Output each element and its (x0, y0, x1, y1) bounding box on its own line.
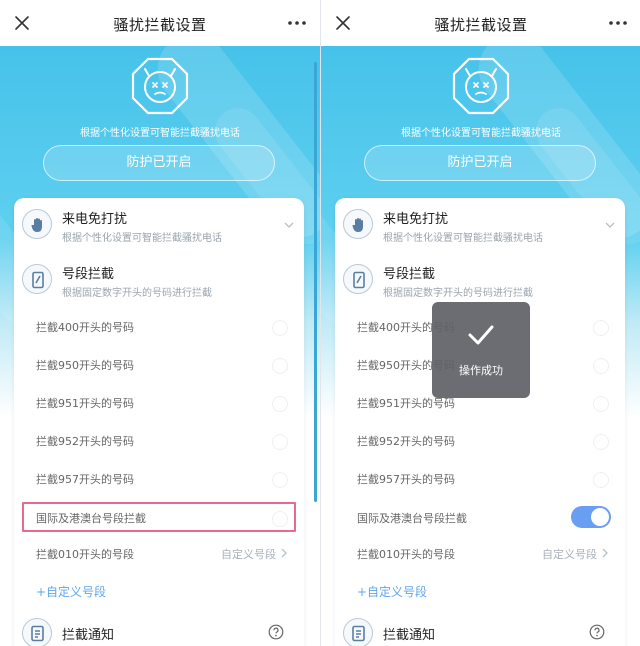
toggle-950[interactable] (262, 358, 288, 374)
help-icon[interactable] (268, 624, 284, 640)
custom-rule-value[interactable]: 自定义号段 (221, 546, 276, 562)
section-subtitle-no-disturb: 根据个性化设置可智能拦截骚扰电话 (62, 233, 222, 244)
rule-label-950: 拦截950开头的号码 (36, 359, 134, 372)
custom-rule-label: 拦截010开头的号段 (357, 548, 455, 561)
section-title-notify: 拦截通知 (383, 628, 436, 643)
add-custom-prefix-link[interactable]: +自定义号段 (36, 583, 106, 600)
notice-icon (352, 625, 365, 642)
settings-card: 来电免打扰 根据个性化设置可智能拦截骚扰电话 号段拦截 根据固定数字开头的号码进… (14, 198, 304, 646)
toggle-international[interactable] (262, 511, 288, 527)
rule-label-957: 拦截957开头的号码 (36, 473, 134, 486)
section-icon-phone (343, 264, 373, 294)
hero-subtitle: 根据个性化设置可智能拦截骚扰电话 (401, 128, 561, 139)
close-icon (336, 16, 350, 30)
section-icon-phone (22, 264, 52, 294)
settings-card: 来电免打扰 根据个性化设置可智能拦截骚扰电话 号段拦截 根据固定数字开头的号码进… (335, 198, 625, 646)
section-icon-notice (22, 618, 52, 646)
toggle-400[interactable] (583, 320, 609, 336)
section-title-no-disturb: 来电免打扰 (62, 212, 128, 227)
toggle-952[interactable] (262, 434, 288, 450)
phone-icon (32, 271, 44, 289)
section-icon-hand (22, 209, 52, 239)
chevron-down-icon[interactable] (284, 220, 294, 230)
toggle-951[interactable] (583, 396, 609, 412)
settings-panel-right: 骚扰拦截设置 根据个性化设置可智能拦截骚扰电话 防护已开启 来电免打扰 根据个性… (320, 0, 640, 646)
chevron-right-icon[interactable] (601, 548, 609, 558)
section-title-notify: 拦截通知 (62, 628, 115, 643)
toggle-international[interactable] (571, 506, 611, 528)
section-title-prefix-block: 号段拦截 (62, 267, 115, 282)
rule-label-international: 国际及港澳台号段拦截 (357, 512, 467, 525)
custom-rule-value[interactable]: 自定义号段 (542, 546, 597, 562)
success-toast: 操作成功 (432, 302, 530, 398)
more-icon (288, 21, 306, 25)
toggle-951[interactable] (262, 396, 288, 412)
rule-label-400: 拦截400开头的号码 (36, 321, 134, 334)
close-button[interactable] (10, 11, 34, 35)
toggle-952[interactable] (583, 434, 609, 450)
rule-label-957: 拦截957开头的号码 (357, 473, 455, 486)
toggle-957[interactable] (262, 472, 288, 488)
chevron-down-icon[interactable] (605, 220, 615, 230)
notice-icon (31, 625, 44, 642)
check-icon (468, 325, 494, 345)
section-icon-notice (343, 618, 373, 646)
chevron-right-icon[interactable] (280, 548, 288, 558)
settings-panel-left: 骚扰拦截设置 根据个性化设置可智能拦截骚扰电话 防护已开启 来电免打扰 根据个性… (0, 0, 320, 646)
close-icon (15, 16, 29, 30)
hand-icon (31, 218, 42, 232)
shield-face-icon (452, 57, 510, 115)
scrollbar[interactable] (314, 62, 317, 502)
page-title: 骚扰拦截设置 (113, 16, 207, 34)
header: 骚扰拦截设置 (0, 0, 320, 46)
toggle-957[interactable] (583, 472, 609, 488)
rule-label-952: 拦截952开头的号码 (357, 435, 455, 448)
hand-icon (352, 218, 363, 232)
protection-status-button[interactable]: 防护已开启 (364, 145, 596, 181)
phone-icon (353, 271, 365, 289)
header: 骚扰拦截设置 (321, 0, 640, 46)
section-title-no-disturb: 来电免打扰 (383, 212, 449, 227)
add-custom-prefix-link[interactable]: +自定义号段 (357, 583, 427, 600)
toast-message: 操作成功 (459, 364, 503, 377)
hero-subtitle: 根据个性化设置可智能拦截骚扰电话 (80, 128, 240, 139)
more-button[interactable] (605, 11, 631, 35)
shield-face-icon (131, 57, 189, 115)
toggle-400[interactable] (262, 320, 288, 336)
rule-label-951: 拦截951开头的号码 (36, 397, 134, 410)
custom-rule-label: 拦截010开头的号段 (36, 548, 134, 561)
section-title-prefix-block: 号段拦截 (383, 267, 436, 282)
protection-status-button[interactable]: 防护已开启 (43, 145, 275, 181)
section-icon-hand (343, 209, 373, 239)
section-subtitle-no-disturb: 根据个性化设置可智能拦截骚扰电话 (383, 233, 543, 244)
toggle-950[interactable] (583, 358, 609, 374)
page-title: 骚扰拦截设置 (434, 16, 528, 34)
section-subtitle-prefix-block: 根据固定数字开头的号码进行拦截 (62, 288, 212, 299)
section-subtitle-prefix-block: 根据固定数字开头的号码进行拦截 (383, 288, 533, 299)
more-button[interactable] (284, 11, 310, 35)
close-button[interactable] (331, 11, 355, 35)
rule-label-952: 拦截952开头的号码 (36, 435, 134, 448)
more-icon (609, 21, 627, 25)
rule-label-international: 国际及港澳台号段拦截 (36, 512, 146, 525)
help-icon[interactable] (589, 624, 605, 640)
